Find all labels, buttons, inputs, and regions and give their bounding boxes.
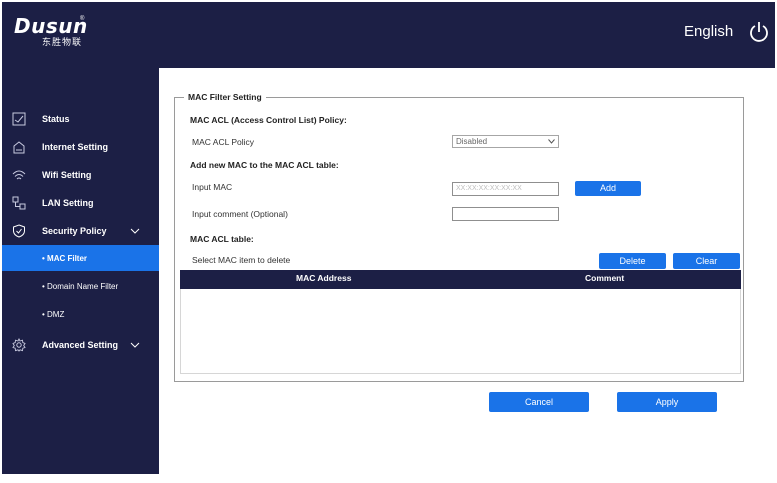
add-button[interactable]: Add: [575, 181, 641, 196]
top-header: Dusun ® 东胜物联 English: [2, 2, 775, 68]
sidebar-item-label: Advanced Setting: [42, 340, 119, 350]
input-mac-label: Input MAC: [192, 182, 233, 192]
internet-icon: [13, 141, 25, 154]
sidebar-item-internet-setting[interactable]: Internet Setting: [2, 136, 159, 158]
sidebar-item-label: Status: [42, 114, 70, 124]
sidebar-item-lan-setting[interactable]: LAN Setting: [2, 192, 159, 214]
router-admin-page: Dusun ® 东胜物联 English Status Internet Set…: [2, 2, 775, 474]
sidebar-item-advanced-setting[interactable]: Advanced Setting: [2, 334, 159, 356]
language-selector[interactable]: English: [684, 23, 733, 40]
cancel-button[interactable]: Cancel: [489, 392, 589, 412]
sidebar-subitem-label: • Domain Name Filter: [42, 282, 119, 291]
select-hint: Select MAC item to delete: [192, 255, 291, 265]
apply-button[interactable]: Apply: [617, 392, 717, 412]
logo-subtitle: 东胜物联: [42, 37, 83, 47]
mac-address-input[interactable]: XX:XX:XX:XX:XX:XX: [452, 182, 559, 196]
acl-table-title: MAC ACL table:: [190, 234, 254, 244]
sidebar-subitem-dmz[interactable]: • DMZ: [2, 301, 159, 327]
sidebar-subitem-label: • DMZ: [42, 310, 65, 319]
comment-input[interactable]: [452, 207, 559, 221]
gear-icon: [12, 338, 26, 352]
sidebar: Status Internet Setting Wifi Setting LAN…: [2, 68, 159, 474]
shield-icon: [13, 224, 25, 238]
dusun-logo: Dusun ® 东胜物联: [14, 16, 88, 48]
column-header-comment[interactable]: Comment: [585, 273, 624, 283]
status-chart-icon: [12, 112, 26, 126]
logo-registered-mark: ®: [80, 16, 85, 22]
power-icon[interactable]: [749, 21, 769, 43]
sidebar-subitem-label: • MAC Filter: [42, 254, 88, 263]
sidebar-item-status[interactable]: Status: [2, 108, 159, 130]
policy-select-value: Disabled: [456, 137, 488, 146]
policy-label: MAC ACL Policy: [192, 137, 255, 147]
acl-table-body: [180, 289, 741, 374]
chevron-down-icon: [130, 228, 140, 234]
sidebar-subitem-domain-name-filter[interactable]: • Domain Name Filter: [2, 273, 159, 299]
sidebar-item-label: Security Policy: [42, 226, 107, 236]
logo-wordmark: Dusun: [14, 14, 88, 38]
add-mac-section-title: Add new MAC to the MAC ACL table:: [190, 160, 339, 170]
wifi-icon: [12, 170, 26, 180]
acl-table-header: MAC Address Comment: [180, 270, 741, 289]
column-header-mac-address[interactable]: MAC Address: [296, 273, 351, 283]
sidebar-subitem-mac-filter[interactable]: • MAC Filter: [2, 245, 159, 271]
chevron-down-icon: [130, 342, 140, 348]
fieldset-legend: MAC Filter Setting: [184, 92, 266, 102]
delete-button[interactable]: Delete: [599, 253, 666, 269]
chevron-down-icon: [548, 139, 555, 144]
lan-icon: [12, 196, 26, 210]
comment-label: Input comment (Optional): [192, 209, 288, 219]
policy-section-title: MAC ACL (Access Control List) Policy:: [190, 115, 347, 125]
sidebar-item-label: LAN Setting: [42, 198, 94, 208]
clear-button[interactable]: Clear: [673, 253, 740, 269]
sidebar-item-label: Internet Setting: [42, 142, 109, 152]
mac-acl-policy-select[interactable]: Disabled: [452, 135, 559, 148]
sidebar-item-label: Wifi Setting: [42, 170, 92, 180]
sidebar-item-wifi-setting[interactable]: Wifi Setting: [2, 164, 159, 186]
sidebar-item-security-policy[interactable]: Security Policy: [2, 220, 159, 242]
